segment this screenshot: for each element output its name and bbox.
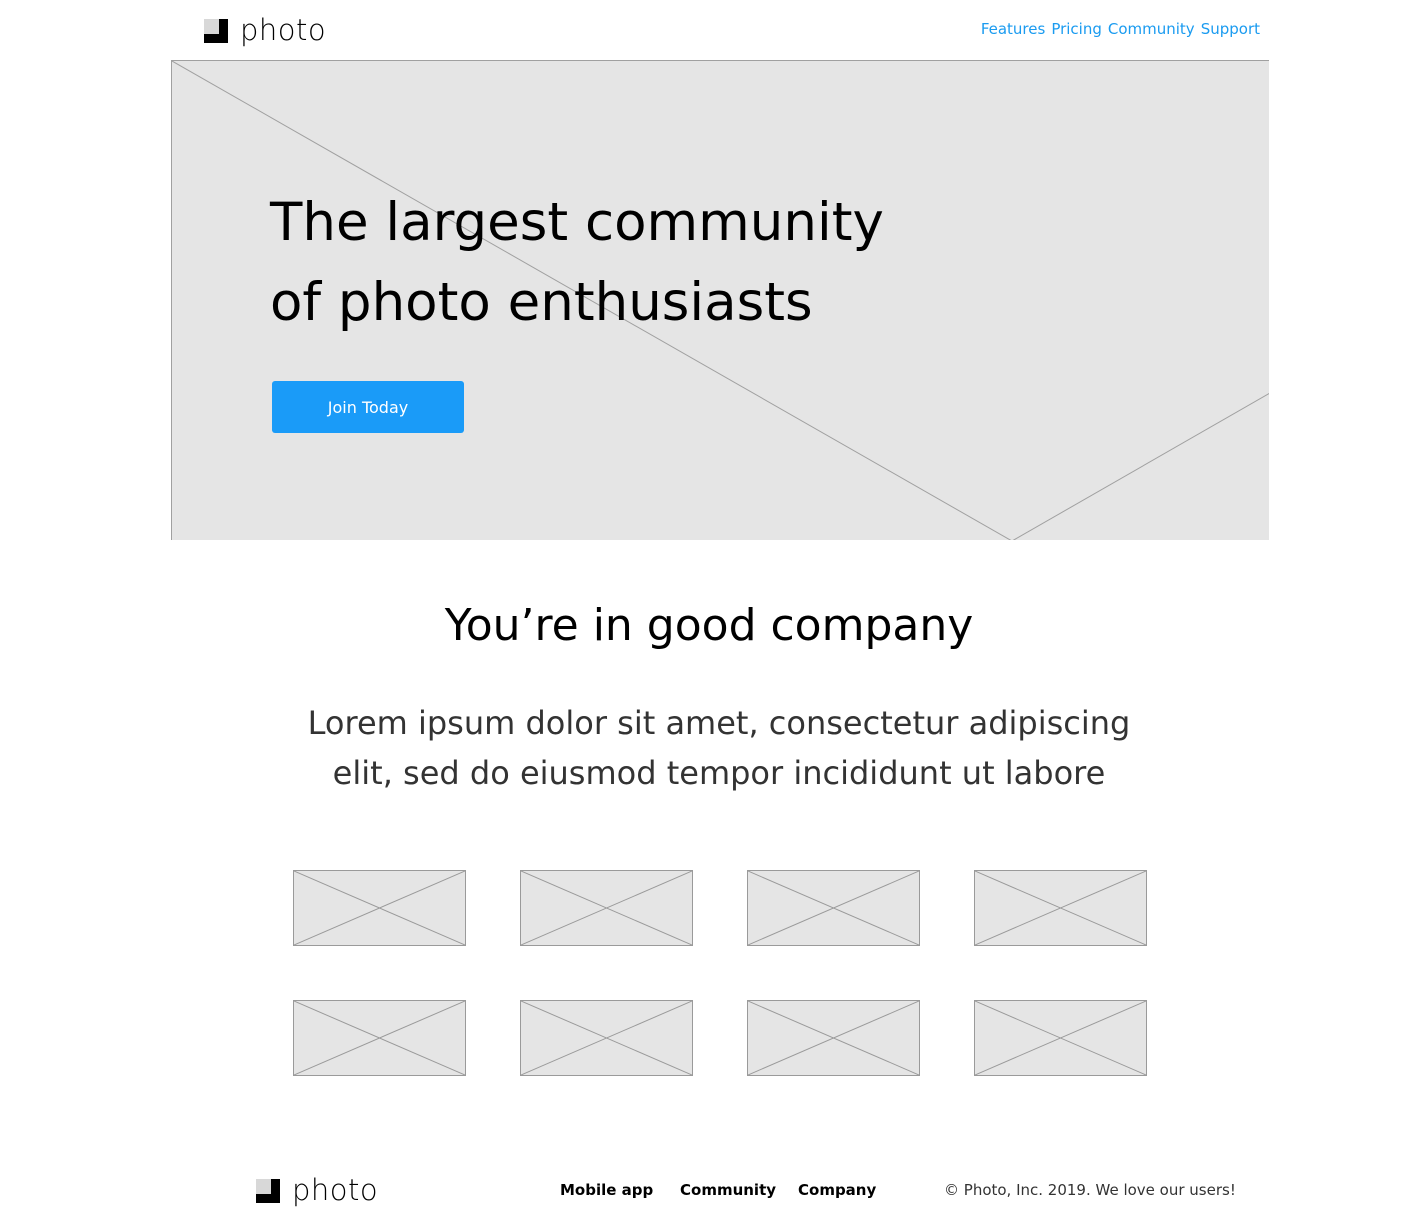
site-header: photo Features Pricing Community Support — [0, 0, 1418, 60]
image-placeholder-icon — [975, 1001, 1146, 1075]
photo-logo-icon — [204, 18, 228, 43]
partner-logo-placeholder — [974, 870, 1147, 946]
hero-title-line-2: of photo enthusiasts — [270, 272, 813, 333]
partner-logo-placeholder — [293, 1000, 466, 1076]
logo-wordmark: photo — [292, 1173, 379, 1207]
partner-logo-placeholder — [520, 1000, 693, 1076]
footer-logo[interactable]: photo — [256, 1176, 378, 1205]
partner-logo-placeholder — [747, 1000, 920, 1076]
partner-logo-placeholder — [293, 870, 466, 946]
footer-link-mobile-app[interactable]: Mobile app — [560, 1181, 680, 1199]
footer-link-community[interactable]: Community — [680, 1181, 798, 1199]
footer-nav: Mobile app Community Company — [560, 1181, 876, 1199]
image-placeholder-icon — [748, 871, 919, 945]
image-placeholder-icon — [521, 1001, 692, 1075]
image-placeholder-icon — [748, 1001, 919, 1075]
header-logo[interactable]: photo — [204, 16, 326, 45]
section-title: You’re in good company — [444, 600, 974, 651]
section-subtitle: Lorem ipsum dolor sit amet, consectetur … — [209, 698, 1229, 798]
section-subtitle-line-1: Lorem ipsum dolor sit amet, consectetur … — [307, 704, 1131, 742]
hero-title: The largest community of photo enthusias… — [270, 183, 884, 343]
hero-section: The largest community of photo enthusias… — [171, 60, 1269, 540]
join-today-button[interactable]: Join Today — [272, 381, 464, 433]
copyright-text: © Photo, Inc. 2019. We love our users! — [944, 1181, 1236, 1199]
image-placeholder-icon — [294, 1001, 465, 1075]
main-nav: Features Pricing Community Support — [981, 20, 1260, 38]
footer-link-company[interactable]: Company — [798, 1181, 876, 1199]
partner-logo-placeholder — [974, 1000, 1147, 1076]
partner-logo-placeholder — [747, 870, 920, 946]
nav-community[interactable]: Community — [1108, 20, 1195, 38]
logo-wordmark: photo — [240, 13, 327, 47]
partner-logo-grid — [293, 870, 1147, 1076]
image-placeholder-icon — [521, 871, 692, 945]
image-placeholder-icon — [975, 871, 1146, 945]
nav-support[interactable]: Support — [1201, 20, 1260, 38]
photo-logo-icon — [256, 1178, 280, 1203]
site-footer: photo Mobile app Community Company © Pho… — [0, 1168, 1418, 1218]
image-placeholder-icon — [294, 871, 465, 945]
nav-pricing[interactable]: Pricing — [1051, 20, 1102, 38]
hero-title-line-1: The largest community — [270, 192, 884, 253]
nav-features[interactable]: Features — [981, 20, 1046, 38]
section-subtitle-line-2: elit, sed do eiusmod tempor incididunt u… — [332, 754, 1106, 792]
partner-logo-placeholder — [520, 870, 693, 946]
